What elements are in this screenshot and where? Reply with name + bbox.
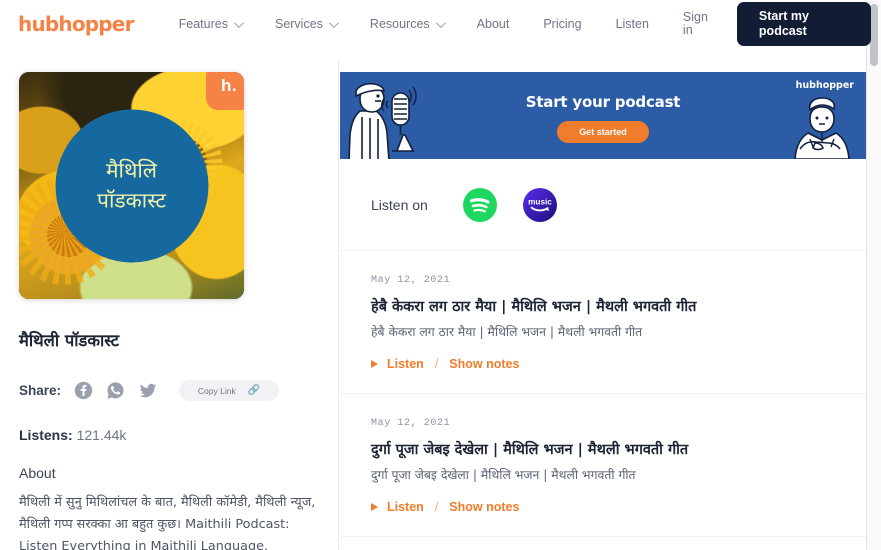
listens-row: Listens: 121.44k bbox=[19, 427, 319, 443]
top-navigation-bar: hubhopper Features Services Resources Ab… bbox=[0, 0, 871, 48]
listen-link[interactable]: Listen bbox=[387, 357, 424, 371]
episode-list-item[interactable]: May 12, 2021 हेबै केकरा लग ठार मैया | मै… bbox=[340, 251, 866, 394]
column-divider bbox=[338, 60, 339, 550]
hubhopper-badge-icon: h. bbox=[206, 72, 244, 110]
nav-item-listen[interactable]: Listen bbox=[616, 17, 649, 31]
twitter-icon[interactable] bbox=[138, 381, 158, 400]
nav-item-features[interactable]: Features bbox=[178, 17, 244, 31]
nav-label-features: Features bbox=[178, 17, 228, 31]
svg-text:music: music bbox=[528, 197, 552, 206]
action-separator: / bbox=[434, 500, 439, 514]
podcast-sidebar: मैथिलि पॉडकास्ट h. मैथिली पॉडकास्ट Share… bbox=[19, 72, 319, 550]
nav-links: Features Services Resources About Pricin… bbox=[179, 2, 871, 46]
episode-title[interactable]: हेबै केकरा लग ठार मैया | मैथिलि भजन | मै… bbox=[371, 296, 866, 316]
listen-on-row: Listen on music bbox=[340, 159, 866, 251]
copy-link-label: Copy Link bbox=[197, 385, 236, 396]
cover-title-line-2: पॉडकास्ट bbox=[97, 188, 166, 213]
listens-label: Listens: bbox=[19, 427, 73, 443]
about-heading: About bbox=[19, 465, 56, 481]
promo-banner[interactable]: Start your podcast Get started hubhopper bbox=[340, 72, 866, 159]
start-my-podcast-label: Start my podcast bbox=[758, 9, 809, 38]
whatsapp-icon[interactable] bbox=[106, 381, 125, 400]
nav-label-resources: Resources bbox=[369, 17, 430, 31]
share-label: Share: bbox=[19, 383, 62, 398]
action-separator: / bbox=[434, 357, 439, 371]
podcast-cover-art[interactable]: मैथिलि पॉडकास्ट h. bbox=[19, 72, 244, 299]
episode-list-item[interactable]: May 12, 2021 दुर्गा पूजा जेबइ देखेला | म… bbox=[340, 394, 866, 537]
nav-item-services[interactable]: Services bbox=[274, 17, 339, 31]
page-scrollbar-track[interactable] bbox=[866, 0, 881, 550]
listen-on-label: Listen on bbox=[371, 196, 428, 213]
nav-item-about[interactable]: About bbox=[477, 17, 510, 31]
chevron-down-icon bbox=[435, 17, 446, 28]
episode-actions: Listen / Show notes bbox=[371, 500, 866, 536]
listen-link[interactable]: Listen bbox=[387, 500, 424, 514]
cover-title-line-1: मैथिलि bbox=[105, 158, 158, 183]
main-content: Start your podcast Get started hubhopper bbox=[340, 72, 866, 537]
nav-item-sign-in[interactable]: Sign in bbox=[683, 11, 715, 37]
person-arms-crossed-illustration bbox=[794, 97, 850, 159]
link-icon: 🔗 bbox=[247, 385, 261, 396]
nav-item-resources[interactable]: Resources bbox=[369, 17, 446, 31]
show-notes-link[interactable]: Show notes bbox=[449, 357, 519, 371]
play-icon[interactable] bbox=[371, 360, 378, 368]
show-notes-link[interactable]: Show notes bbox=[449, 500, 519, 514]
page-title: मैथिली पॉडकास्ट bbox=[19, 331, 120, 350]
chevron-down-icon bbox=[233, 17, 244, 28]
promo-hubhopper-logo: hubhopper bbox=[795, 80, 854, 91]
episode-subtitle: हेबै केकरा लग ठार मैया | मैथिलि भजन | मै… bbox=[371, 325, 643, 339]
listens-value: 121.44k bbox=[76, 427, 127, 443]
spotify-icon[interactable] bbox=[462, 187, 497, 222]
nav-label-services: Services bbox=[274, 17, 323, 31]
share-row: Share: Copy Link 🔗 bbox=[19, 380, 319, 401]
episode-actions: Listen / Show notes bbox=[371, 357, 866, 393]
page-scrollbar-thumb[interactable] bbox=[870, 4, 878, 66]
cover-title-circle: मैथिलि पॉडकास्ट bbox=[55, 109, 208, 262]
get-started-button[interactable]: Get started bbox=[557, 121, 649, 143]
episode-title[interactable]: दुर्गा पूजा जेबइ देखेला | मैथिलि भजन | म… bbox=[371, 439, 866, 459]
chevron-down-icon bbox=[328, 17, 339, 28]
episode-date: May 12, 2021 bbox=[371, 275, 451, 286]
about-description: मैथिली में सुनु मिथिलांचल के बात, मैथिली… bbox=[19, 495, 316, 550]
episode-date: May 12, 2021 bbox=[371, 418, 451, 429]
play-icon[interactable] bbox=[371, 503, 378, 511]
hubhopper-logo[interactable]: hubhopper bbox=[18, 12, 134, 36]
page-root: hubhopper Features Services Resources Ab… bbox=[0, 0, 881, 550]
copy-link-button[interactable]: Copy Link 🔗 bbox=[179, 380, 280, 401]
amazon-music-icon[interactable]: music bbox=[522, 187, 557, 222]
episode-subtitle: दुर्गा पूजा जेबइ देखेला | मैथिलि भजन | म… bbox=[371, 468, 636, 482]
start-my-podcast-button[interactable]: Start my podcast bbox=[736, 2, 871, 46]
nav-item-pricing[interactable]: Pricing bbox=[543, 17, 581, 31]
facebook-icon[interactable] bbox=[74, 381, 93, 400]
